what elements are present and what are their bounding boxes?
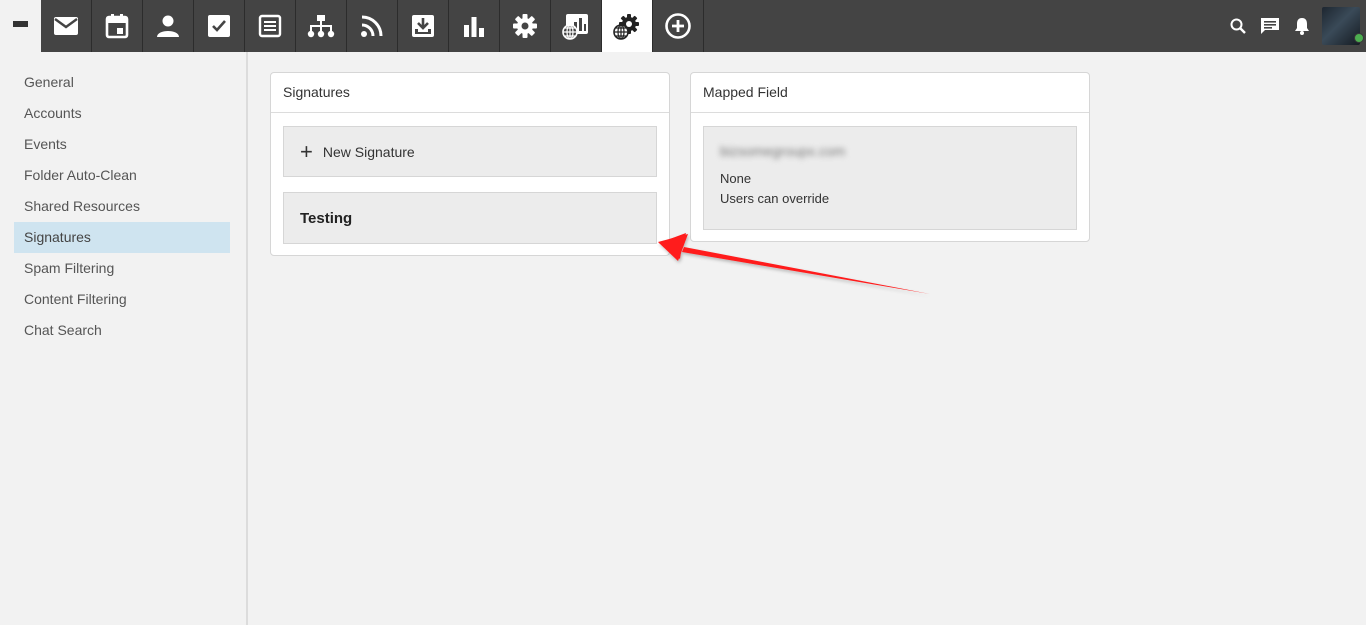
sidebar-item-signatures[interactable]: Signatures	[14, 222, 230, 253]
reports-icon	[464, 17, 484, 37]
sidebar-item-chat-search[interactable]: Chat Search	[14, 315, 230, 346]
tab-rss[interactable]	[347, 0, 398, 52]
mapped-field-domain: bizsomegroupx.com	[720, 143, 846, 159]
online-status-indicator	[1354, 33, 1364, 43]
signature-name: Testing	[300, 209, 353, 227]
sidebar-item-content-filtering[interactable]: Content Filtering	[14, 284, 230, 315]
sidebar-item-accounts[interactable]: Accounts	[14, 98, 230, 129]
tab-domain-reports[interactable]	[551, 0, 602, 52]
tab-notes[interactable]	[245, 0, 296, 52]
bell-icon	[1295, 18, 1309, 35]
notes-icon	[258, 14, 282, 38]
domain-settings-icon	[613, 14, 639, 40]
tasks-icon	[208, 15, 230, 37]
plus-icon: +	[300, 138, 313, 164]
tab-settings[interactable]	[500, 0, 551, 52]
new-signature-button[interactable]: + New Signature	[283, 126, 657, 177]
app-tabs	[41, 0, 704, 52]
tab-mail[interactable]	[41, 0, 92, 52]
hamburger-icon	[13, 20, 28, 32]
sidebar-item-folder-auto-clean[interactable]: Folder Auto-Clean	[14, 160, 230, 191]
search-button[interactable]	[1222, 0, 1254, 52]
tab-sitemap[interactable]	[296, 0, 347, 52]
chat-icon	[1261, 18, 1279, 34]
sidebar-item-general[interactable]: General	[14, 67, 230, 98]
sidebar-item-events[interactable]: Events	[14, 129, 230, 160]
tab-contacts[interactable]	[143, 0, 194, 52]
settings-sidebar: General Accounts Events Folder Auto-Clea…	[0, 52, 248, 625]
mapped-field-override: Users can override	[720, 191, 830, 206]
top-right-tools	[1222, 0, 1366, 52]
download-icon	[412, 15, 434, 37]
tab-calendar[interactable]	[92, 0, 143, 52]
notifications-button[interactable]	[1286, 0, 1318, 52]
settings-icon	[513, 14, 537, 38]
sitemap-icon	[307, 15, 335, 38]
tab-domain-settings[interactable]	[602, 0, 653, 52]
tab-tasks[interactable]	[194, 0, 245, 52]
add-circle-icon	[665, 13, 691, 39]
domain-reports-icon	[562, 14, 588, 40]
mapped-field-card: Mapped Field bizsomegroupx.com None User…	[690, 72, 1090, 242]
rss-icon	[361, 15, 383, 37]
mapped-field-value: None	[720, 171, 752, 186]
sidebar-item-spam-filtering[interactable]: Spam Filtering	[14, 253, 230, 284]
chat-button[interactable]	[1254, 0, 1286, 52]
signatures-card: Signatures + New Signature Testing	[270, 72, 670, 256]
contacts-icon	[157, 15, 179, 37]
mail-icon	[54, 17, 78, 35]
tab-add[interactable]	[653, 0, 704, 52]
mapped-field-card-title: Mapped Field	[691, 73, 1089, 113]
signatures-card-title: Signatures	[271, 73, 669, 113]
mapped-field-item[interactable]: bizsomegroupx.com None Users can overrid…	[703, 126, 1077, 230]
avatar[interactable]	[1322, 7, 1364, 45]
sidebar-item-shared-resources[interactable]: Shared Resources	[14, 191, 230, 222]
calendar-icon	[105, 14, 129, 39]
top-toolbar	[0, 0, 1366, 52]
new-signature-label: New Signature	[322, 143, 415, 160]
signature-item[interactable]: Testing	[283, 192, 657, 244]
tab-download[interactable]	[398, 0, 449, 52]
search-icon	[1230, 18, 1246, 34]
tab-reports[interactable]	[449, 0, 500, 52]
menu-button[interactable]	[0, 0, 41, 52]
